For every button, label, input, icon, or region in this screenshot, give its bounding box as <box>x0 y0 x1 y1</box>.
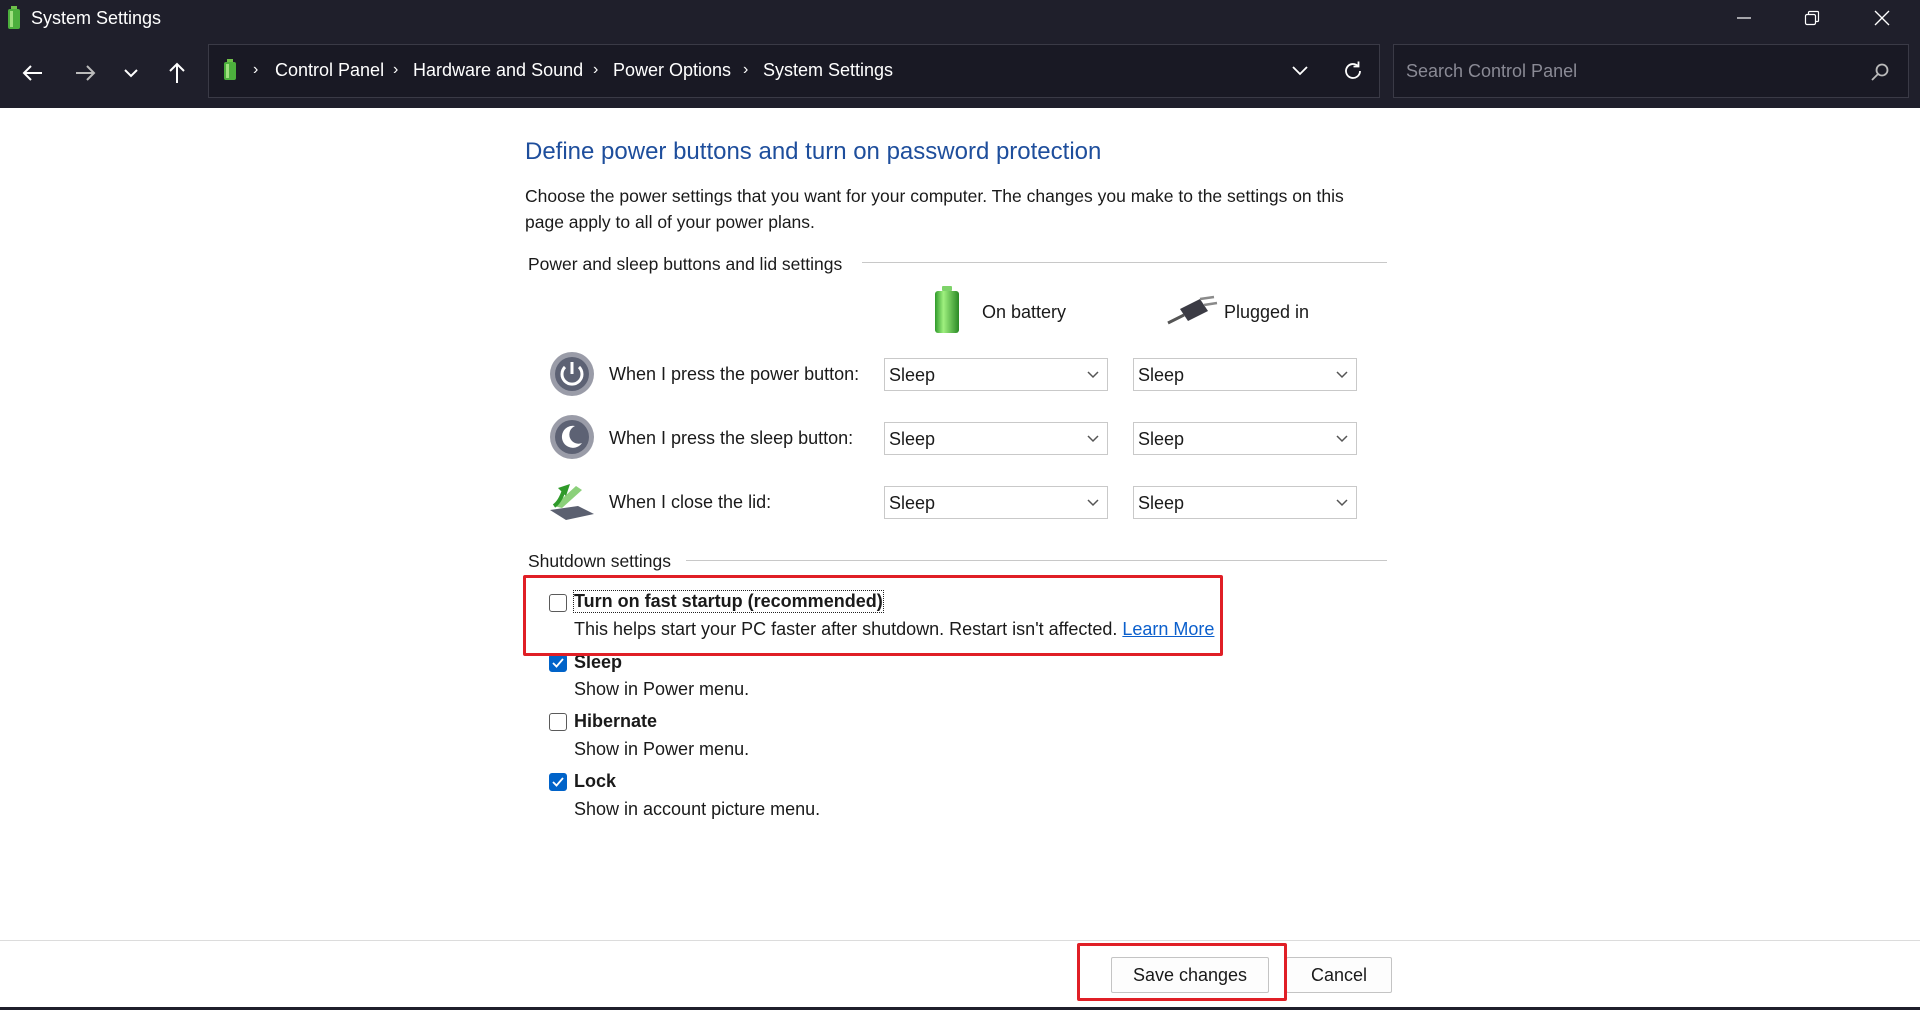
section-divider <box>862 262 1387 263</box>
shutdown-section-label: Shutdown settings <box>528 551 672 571</box>
power-plug-icon <box>1166 295 1218 330</box>
close-lid-label: When I close the lid: <box>609 492 772 512</box>
close-lid-plugged-in-select[interactable]: Sleep <box>1133 486 1357 519</box>
hibernate-checkbox[interactable] <box>549 713 567 731</box>
lock-checkbox[interactable] <box>549 773 567 791</box>
power-buttons-section-label: Power and sleep buttons and lid settings <box>528 254 843 274</box>
chevron-down-icon <box>1336 499 1348 507</box>
page-title: Define power buttons and turn on passwor… <box>525 138 1102 165</box>
sleep-button-label: When I press the sleep button: <box>609 428 854 448</box>
breadcrumb-power-options[interactable]: Power Options <box>613 60 731 81</box>
chevron-down-icon <box>1087 499 1099 507</box>
power-button-label: When I press the power button: <box>609 364 860 384</box>
select-value: Sleep <box>1138 493 1185 513</box>
window-title: System Settings <box>31 8 162 28</box>
chevron-down-icon <box>1087 435 1099 443</box>
battery-location-icon <box>223 59 237 86</box>
recent-locations-button[interactable] <box>116 58 146 88</box>
minimize-button[interactable] <box>1714 0 1774 36</box>
address-bar[interactable]: › Control Panel › Hardware and Sound › P… <box>208 44 1380 98</box>
select-value: Sleep <box>1138 429 1185 449</box>
power-button-icon <box>548 350 596 403</box>
up-button[interactable] <box>162 58 192 88</box>
breadcrumb-system-settings[interactable]: System Settings <box>763 60 893 81</box>
sleep-button-on-battery-select[interactable]: Sleep <box>884 422 1108 455</box>
navigation-bar: › Control Panel › Hardware and Sound › P… <box>0 36 1920 108</box>
select-value: Sleep <box>889 429 936 449</box>
title-bar: System Settings <box>0 0 1920 36</box>
cancel-button[interactable]: Cancel <box>1286 957 1392 993</box>
lock-option-label[interactable]: Lock <box>574 771 616 792</box>
column-header-on-battery: On battery <box>982 302 1067 322</box>
minimize-icon <box>1737 17 1751 19</box>
battery-app-icon <box>6 6 22 35</box>
hibernate-option-label[interactable]: Hibernate <box>574 711 657 732</box>
restore-button[interactable] <box>1782 0 1842 36</box>
chevron-down-icon <box>1336 371 1348 379</box>
refresh-button[interactable] <box>1341 59 1365 88</box>
breadcrumb-separator: › <box>743 61 749 78</box>
power-button-plugged-in-select[interactable]: Sleep <box>1133 358 1357 391</box>
search-icon[interactable] <box>1870 62 1890 87</box>
select-value: Sleep <box>889 493 936 513</box>
lock-option-description: Show in account picture menu. <box>574 799 821 819</box>
search-input[interactable]: Search Control Panel <box>1406 61 1577 82</box>
hibernate-option-description: Show in Power menu. <box>574 739 750 759</box>
arrow-up-icon <box>169 62 185 83</box>
chevron-down-icon <box>1087 371 1099 379</box>
checkmark-icon <box>552 777 564 787</box>
breadcrumb-hardware-and-sound[interactable]: Hardware and Sound <box>413 60 583 81</box>
breadcrumb-separator: › <box>593 61 599 78</box>
restore-icon <box>1804 10 1820 26</box>
close-icon <box>1874 10 1890 26</box>
sleep-checkbox[interactable] <box>549 654 567 672</box>
save-button-highlight-box <box>1077 943 1287 1001</box>
refresh-icon <box>1345 61 1361 79</box>
section-divider <box>686 560 1387 561</box>
select-value: Sleep <box>889 365 936 385</box>
fast-startup-highlight-box <box>523 575 1223 656</box>
sleep-button-icon <box>548 413 596 466</box>
footer-divider <box>0 940 1920 941</box>
address-history-button[interactable] <box>1289 60 1311 87</box>
laptop-lid-icon <box>548 480 596 529</box>
chevron-down-icon <box>1336 435 1348 443</box>
sleep-button-plugged-in-select[interactable]: Sleep <box>1133 422 1357 455</box>
breadcrumb-separator: › <box>253 61 259 78</box>
power-button-on-battery-select[interactable]: Sleep <box>884 358 1108 391</box>
breadcrumb-control-panel[interactable]: Control Panel <box>275 60 384 81</box>
arrow-left-icon <box>22 65 42 81</box>
close-button[interactable] <box>1852 0 1912 36</box>
forward-button[interactable] <box>70 58 100 88</box>
column-header-plugged-in: Plugged in <box>1224 302 1310 322</box>
close-lid-on-battery-select[interactable]: Sleep <box>884 486 1108 519</box>
page-description: Choose the power settings that you want … <box>525 186 1344 232</box>
search-box[interactable]: Search Control Panel <box>1393 44 1909 98</box>
checkmark-icon <box>552 658 564 668</box>
chevron-down-icon <box>1292 66 1308 76</box>
sleep-option-description: Show in Power menu. <box>574 679 750 699</box>
select-value: Sleep <box>1138 365 1185 385</box>
arrow-right-icon <box>76 65 96 81</box>
back-button[interactable] <box>18 58 48 88</box>
battery-icon <box>932 286 962 339</box>
breadcrumb-separator: › <box>393 61 399 78</box>
chevron-down-icon <box>124 69 138 78</box>
